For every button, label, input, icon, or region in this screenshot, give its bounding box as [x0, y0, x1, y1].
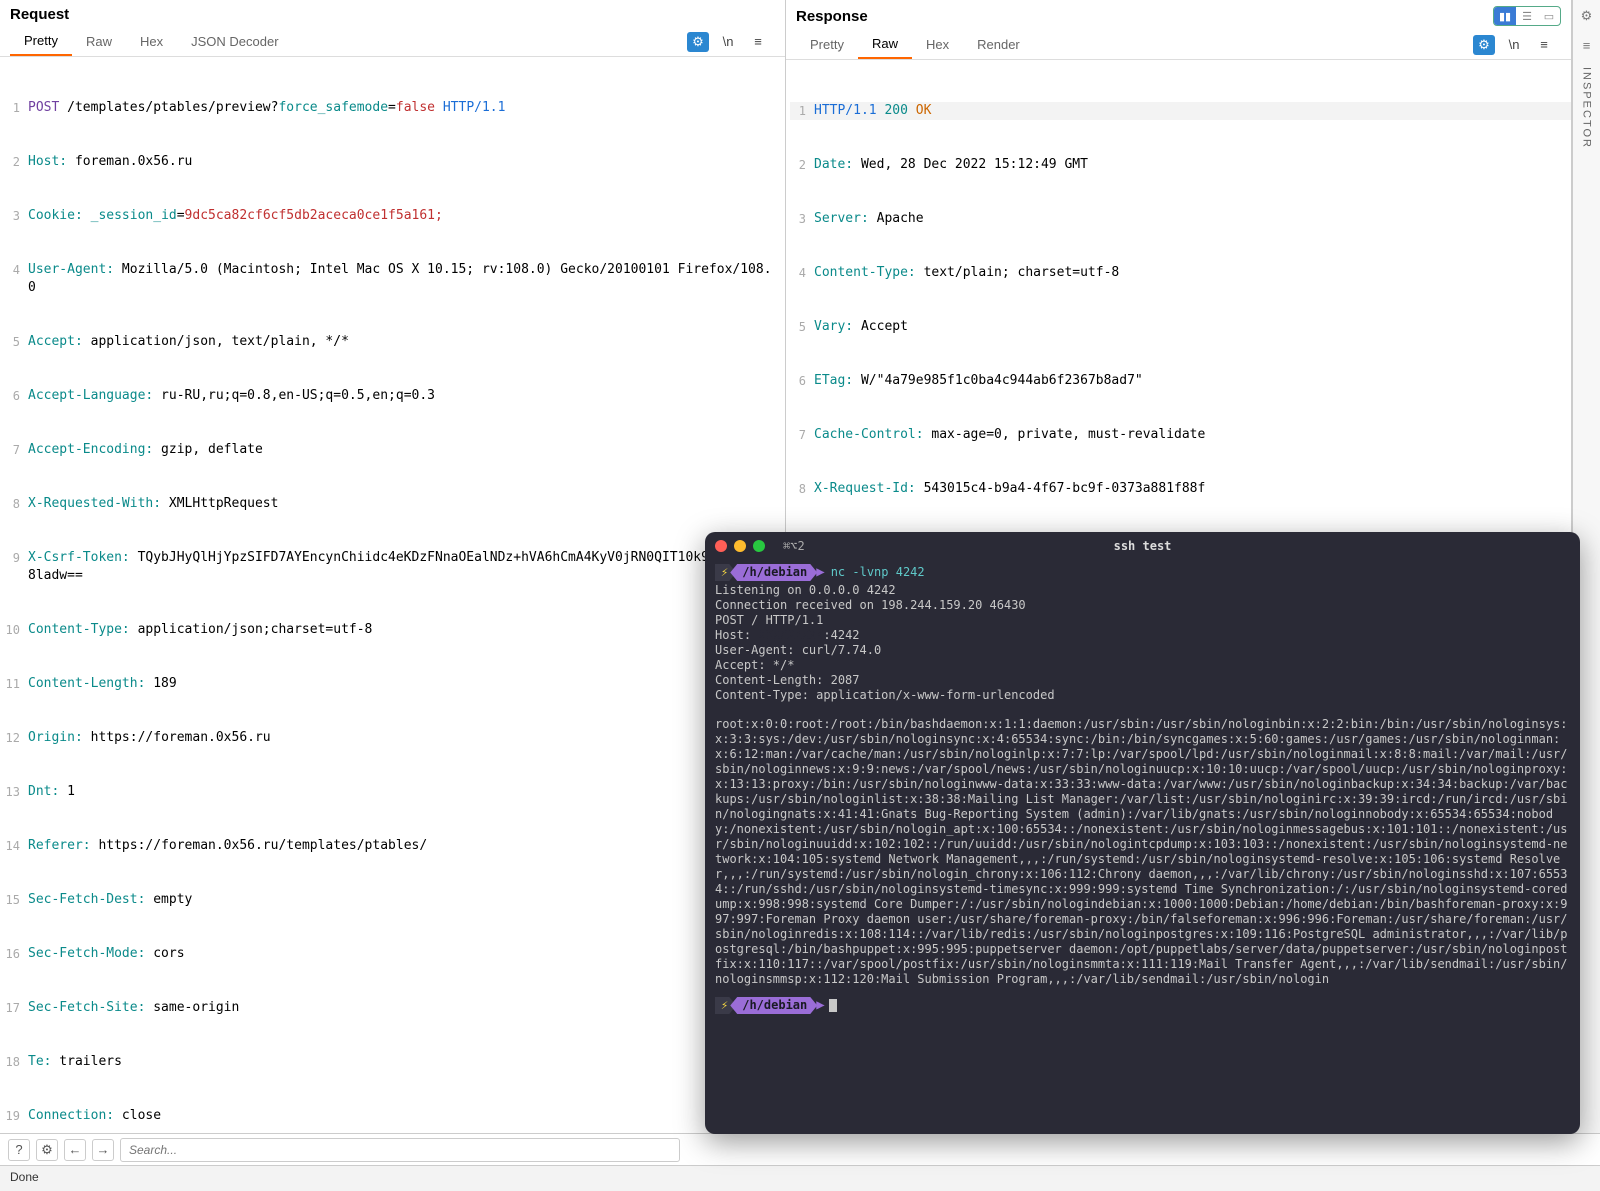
terminal-command: nc -lvnp 4242	[831, 565, 925, 580]
response-title: Response	[796, 8, 868, 25]
chevron-right-icon: ▶	[816, 998, 824, 1013]
tab-hex-resp[interactable]: Hex	[912, 31, 963, 58]
hamburger-icon-resp[interactable]: ≡	[1533, 35, 1555, 55]
nav-back-icon[interactable]: ←	[64, 1139, 86, 1161]
tab-pretty[interactable]: Pretty	[10, 27, 72, 56]
cursor	[829, 999, 837, 1012]
terminal-titlebar[interactable]: ⌘⌥2 ssh test	[705, 532, 1580, 560]
layout-columns-icon[interactable]: ▮▮	[1494, 7, 1516, 25]
chevron-right-icon: ▶	[816, 565, 824, 580]
tab-pretty-resp[interactable]: Pretty	[796, 31, 858, 58]
maximize-icon[interactable]	[753, 540, 765, 552]
list-icon[interactable]: ≡	[1583, 38, 1591, 53]
passwd-dump: root:x:0:0:root:/root:/bin/bashdaemon:x:…	[715, 717, 1570, 987]
request-title: Request	[10, 6, 69, 23]
status-bar: Done	[0, 1165, 1600, 1191]
minimize-icon[interactable]	[734, 540, 746, 552]
settings-icon[interactable]: ⚙	[36, 1139, 58, 1161]
newline-icon-resp[interactable]: \n	[1503, 35, 1525, 55]
layout-rows-icon[interactable]: ☰	[1516, 7, 1538, 25]
help-icon[interactable]: ?	[8, 1139, 30, 1161]
tab-raw-resp[interactable]: Raw	[858, 30, 912, 59]
close-icon[interactable]	[715, 540, 727, 552]
terminal-tab-indicator: ⌘⌥2	[783, 539, 805, 553]
layout-single-icon[interactable]: ▭	[1538, 7, 1560, 25]
terminal-body[interactable]: ⚡ /h/debian▶ nc -lvnp 4242 Listening on …	[705, 560, 1580, 1134]
tab-render-resp[interactable]: Render	[963, 31, 1034, 58]
gear-icon[interactable]: ⚙	[1581, 8, 1593, 24]
tab-hex[interactable]: Hex	[126, 28, 177, 55]
terminal-window: ⌘⌥2 ssh test ⚡ /h/debian▶ nc -lvnp 4242 …	[705, 532, 1580, 1134]
request-tabs: Pretty Raw Hex JSON Decoder ⚙ \n ≡	[0, 23, 785, 57]
inspector-label[interactable]: INSPECTOR	[1581, 67, 1593, 149]
bottom-toolbar: ? ⚙ ← →	[0, 1133, 1600, 1165]
request-panel: Request Pretty Raw Hex JSON Decoder ⚙ \n…	[0, 0, 786, 1140]
layout-toggle[interactable]: ▮▮ ☰ ▭	[1493, 6, 1561, 26]
tab-raw[interactable]: Raw	[72, 28, 126, 55]
tab-json-decoder[interactable]: JSON Decoder	[177, 28, 292, 55]
terminal-title: ssh test	[1114, 539, 1172, 553]
prompt-path: /h/debian	[730, 997, 817, 1014]
actions-icon-resp[interactable]: ⚙	[1473, 35, 1495, 55]
search-input[interactable]	[120, 1138, 680, 1162]
prompt-path: /h/debian	[730, 564, 817, 581]
response-tabs: Pretty Raw Hex Render ⚙ \n ≡	[786, 26, 1571, 60]
request-body[interactable]: 1POST /templates/ptables/preview?force_s…	[0, 57, 785, 1140]
actions-icon[interactable]: ⚙	[687, 32, 709, 52]
nav-forward-icon[interactable]: →	[92, 1139, 114, 1161]
hamburger-icon[interactable]: ≡	[747, 32, 769, 52]
redacted-host: XXXXXXXXX	[758, 628, 823, 643]
newline-icon[interactable]: \n	[717, 32, 739, 52]
